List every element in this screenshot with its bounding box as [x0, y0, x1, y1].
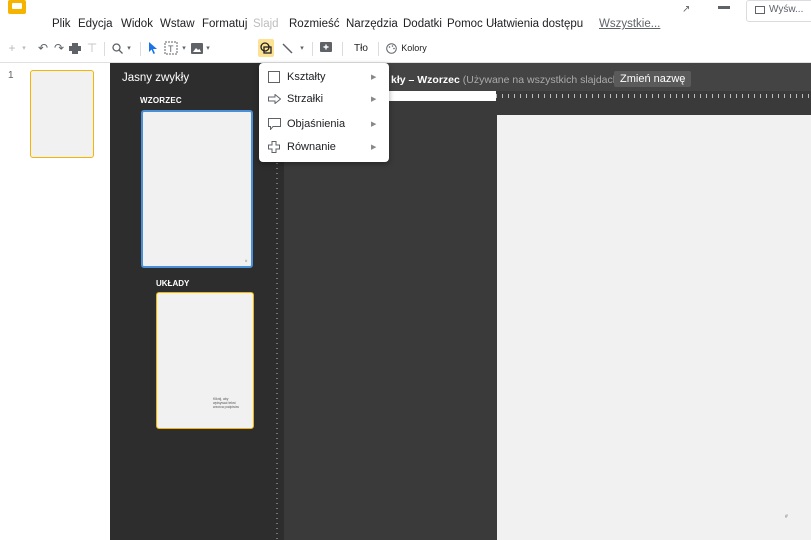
slides-logo-icon[interactable] [8, 0, 26, 14]
print-icon[interactable] [68, 39, 82, 57]
toolbar: + ▾ ↶ ↷ ⊤ ▾ T ▾ ▾ ▾ Tło Kolory [0, 36, 811, 63]
menu-last-edit-link[interactable]: Wszystkie... [599, 18, 660, 30]
zoom-dropdown-icon[interactable]: ▾ [124, 39, 134, 57]
image-icon[interactable] [190, 39, 204, 57]
shape-menu-item-callouts[interactable]: Objaśnienia ▶ [259, 113, 389, 135]
textbox-icon[interactable]: T [162, 39, 180, 57]
present-button[interactable]: Wyśw... [746, 0, 811, 22]
shape-menu-label: Objaśnienia [287, 118, 346, 130]
master-title-note: (Używane na wszystkich slajdach) [462, 74, 623, 86]
submenu-arrow-icon: ▶ [371, 121, 377, 128]
add-icon[interactable]: + [6, 39, 18, 57]
textbox-dropdown-icon[interactable]: ▾ [180, 39, 188, 57]
callout-icon [267, 117, 281, 131]
shape-icon[interactable] [258, 39, 274, 57]
slide-number: 1 [8, 70, 14, 81]
menu-file[interactable]: Plik [52, 18, 71, 30]
shape-menu-label: Strzałki [287, 93, 324, 105]
square-icon [267, 70, 281, 84]
theme-name: Jasny zwykły [122, 72, 190, 84]
menubar: Plik Edycja Widok Wstaw Formatuj Slajd R… [0, 0, 811, 36]
rename-button[interactable]: Zmień nazwę [614, 71, 692, 87]
undo-icon[interactable]: ↶ [36, 39, 50, 57]
master-title-main: kły – Wzorzec [391, 74, 460, 86]
submenu-arrow-icon: ▶ [371, 96, 377, 103]
master-thumb-pagenum: # [245, 258, 248, 263]
shape-menu: Kształty ▶ Strzałki ▶ Objaśnienia ▶ Równ… [259, 63, 389, 162]
comment-icon[interactable] [318, 39, 334, 57]
menu-help[interactable]: Pomoc [447, 18, 483, 30]
menu-slide[interactable]: Slajd [253, 18, 279, 30]
menu-insert[interactable]: Wstaw [160, 18, 195, 30]
top-right-controls: ↗ Wyśw... [680, 0, 811, 22]
toolbar-divider [104, 42, 105, 56]
toolbar-divider [312, 42, 313, 56]
layouts-section-label: UKŁADY [156, 279, 190, 288]
menu-view[interactable]: Widok [121, 18, 153, 30]
slide-page-number: # [785, 514, 788, 520]
slide-canvas[interactable] [497, 115, 811, 540]
horizontal-ruler [496, 91, 811, 101]
menu-accessibility[interactable]: Ułatwienia dostępu [486, 18, 583, 30]
submenu-arrow-icon: ▶ [371, 144, 377, 151]
slide-thumbnail[interactable] [30, 70, 94, 158]
shape-menu-label: Kształty [287, 71, 326, 83]
menu-addons[interactable]: Dodatki [403, 18, 442, 30]
trend-icon[interactable]: ↗ [682, 4, 690, 15]
present-icon [755, 6, 765, 14]
shape-menu-label: Równanie [287, 141, 336, 153]
select-icon[interactable] [146, 39, 160, 57]
master-section-label: WZORZEC [140, 96, 182, 105]
toolbar-divider [378, 42, 379, 56]
image-dropdown-icon[interactable]: ▾ [204, 39, 212, 57]
menu-format[interactable]: Formatuj [202, 18, 247, 30]
line-icon[interactable] [280, 39, 294, 57]
shape-menu-item-equation[interactable]: Równanie ▶ [259, 136, 389, 158]
comment-history-icon[interactable] [718, 6, 730, 9]
present-label: Wyśw... [769, 4, 804, 15]
menu-tools[interactable]: Narzędzia [346, 18, 398, 30]
editor-title: kły – Wzorzec (Używane na wszystkich sla… [391, 74, 622, 86]
submenu-arrow-icon: ▶ [371, 74, 377, 81]
toolbar-divider [140, 42, 141, 56]
arrow-icon [267, 92, 281, 106]
master-thumbnail[interactable] [141, 110, 253, 268]
add-dropdown-icon[interactable]: ▾ [20, 39, 28, 57]
background-button[interactable]: Tło [350, 39, 372, 57]
shape-menu-item-arrows[interactable]: Strzałki ▶ [259, 88, 389, 110]
shape-menu-item-shapes[interactable]: Kształty ▶ [259, 66, 389, 88]
toolbar-divider [342, 42, 343, 56]
menu-edit[interactable]: Edycja [78, 18, 113, 30]
line-dropdown-icon[interactable]: ▾ [298, 39, 306, 57]
plus-icon [267, 140, 281, 154]
redo-icon[interactable]: ↷ [52, 39, 66, 57]
zoom-icon[interactable] [110, 39, 124, 57]
menu-arrange[interactable]: Rozmieść [289, 18, 339, 30]
paint-format-icon[interactable]: ⊤ [85, 39, 99, 57]
svg-text:T: T [168, 44, 174, 54]
layout-thumb-caption: Klknij, aby wpisywać tekst wzorca podpis… [213, 397, 240, 409]
palette-icon[interactable] [384, 39, 398, 57]
colors-button[interactable]: Kolory [399, 39, 429, 57]
